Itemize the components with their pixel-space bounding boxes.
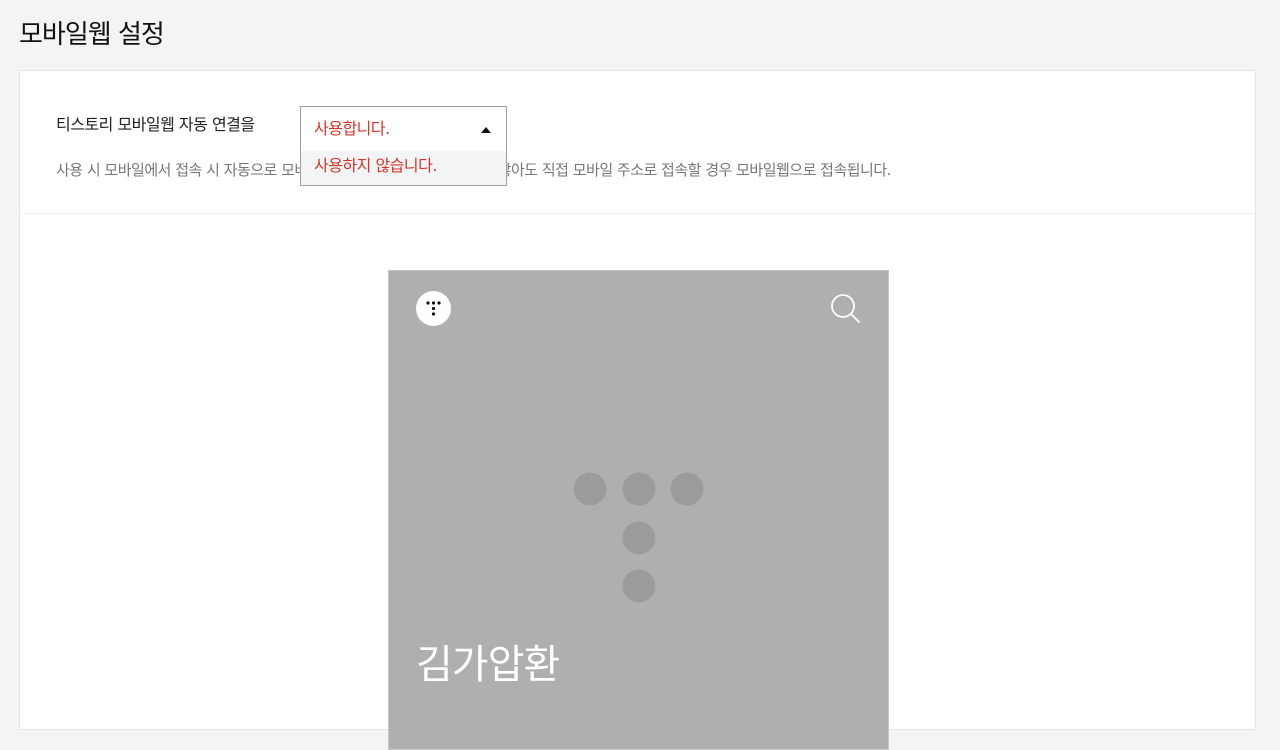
- settings-card: 티스토리 모바일웹 자동 연결을 사용 시 모바일에서 접속 시 자동으로 모바…: [19, 70, 1256, 750]
- setting-label: 티스토리 모바일웹 자동 연결을: [56, 115, 255, 134]
- dropdown-selected[interactable]: 사용합니다.: [301, 107, 506, 151]
- mobile-preview: 김가압환: [388, 270, 889, 750]
- search-icon: [831, 294, 860, 323]
- dropdown-option-disable[interactable]: 사용하지 않습니다.: [301, 151, 506, 185]
- page-title: 모바일웹 설정: [19, 20, 165, 50]
- tistory-dots-icon: [426, 301, 441, 316]
- tistory-logo: [573, 472, 704, 603]
- mobile-web-dropdown[interactable]: 사용합니다. 사용하지 않습니다.: [300, 106, 507, 186]
- menu-button[interactable]: [416, 291, 451, 326]
- search-button[interactable]: [830, 293, 862, 325]
- caret-up-icon: [481, 127, 491, 133]
- blog-name: 김가압환: [416, 642, 560, 688]
- dropdown-selected-label: 사용합니다.: [314, 119, 390, 138]
- section-divider: [20, 213, 1255, 214]
